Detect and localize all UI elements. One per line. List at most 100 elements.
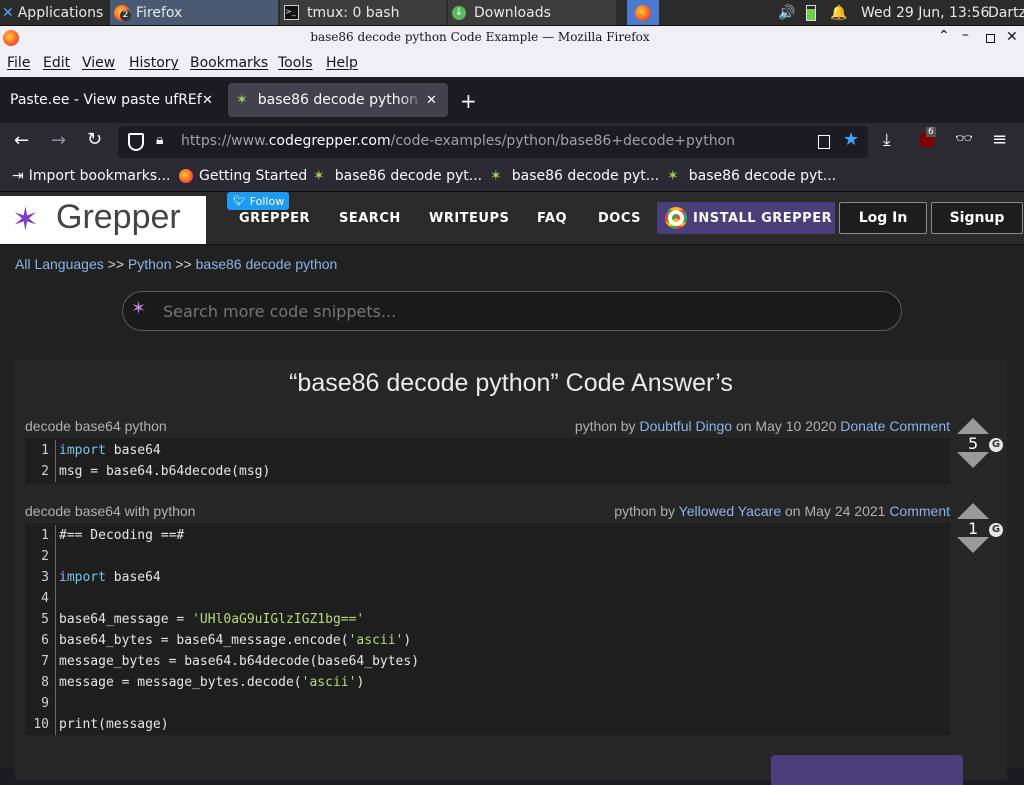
author-link[interactable]: Doubtful Dingo bbox=[639, 418, 732, 434]
url-text[interactable]: https://www.codegrepper.com/code-example… bbox=[181, 133, 735, 149]
gutter-divider bbox=[55, 588, 56, 609]
close-tab-icon[interactable]: ✕ bbox=[426, 93, 437, 108]
line-number: 1 bbox=[41, 443, 49, 458]
tab-bar: Paste.ee - View paste ufREf ✕ ✶ base86 d… bbox=[0, 77, 1024, 123]
author-link[interactable]: Yellowed Yacare bbox=[679, 503, 781, 519]
gutter-divider bbox=[55, 525, 56, 546]
answer-meta: python by Doubtful Dingo on May 10 2020 … bbox=[574, 418, 950, 434]
upvote-icon[interactable] bbox=[957, 418, 989, 434]
menu-edit[interactable]: Edit bbox=[43, 55, 70, 71]
line-number: 2 bbox=[41, 549, 49, 564]
code-block[interactable]: 1 import base64 2 msg = base64.b64decode(ms… bbox=[25, 438, 950, 484]
bookmark-base86-2[interactable]: ✶ base86 decode pyt... bbox=[490, 161, 659, 191]
lock-icon[interactable]: 🔒︎ bbox=[156, 132, 163, 148]
close-icon[interactable]: ✕ bbox=[1006, 29, 1018, 45]
menu-bookmarks[interactable]: Bookmarks bbox=[190, 55, 268, 71]
code-token: ) bbox=[403, 633, 412, 648]
battery-icon[interactable] bbox=[806, 0, 816, 25]
bookmark-base86-1[interactable]: ✶ base86 decode pyt... bbox=[313, 161, 482, 191]
menu-view[interactable]: View bbox=[82, 55, 115, 71]
volume-icon[interactable]: 🔊 bbox=[778, 0, 795, 25]
add-answer-button[interactable] bbox=[771, 755, 963, 785]
gutter-divider bbox=[55, 630, 56, 651]
grepper-logo[interactable]: ✶ Grepper bbox=[0, 196, 206, 244]
donate-link[interactable]: Donate bbox=[840, 418, 885, 434]
code-token: message_bytes = base64.b64decode(base64_… bbox=[59, 654, 420, 669]
code-text: import base64 bbox=[59, 440, 161, 461]
code-line: 10 print(message) bbox=[25, 714, 950, 735]
notification-bell-icon[interactable]: 🔔 bbox=[830, 0, 847, 25]
nav-grepper[interactable]: GREPPER bbox=[239, 211, 310, 226]
code-line: 6 base64_bytes = base64_message.encode('a… bbox=[25, 630, 950, 651]
breadcrumb-python[interactable]: Python bbox=[128, 256, 172, 272]
menu-tools[interactable]: Tools bbox=[278, 55, 313, 71]
code-line: 3 import base64 bbox=[25, 567, 950, 588]
menu-file[interactable]: File bbox=[7, 55, 30, 71]
downloads-icon[interactable]: ⤓ bbox=[883, 130, 891, 150]
breadcrumb-current[interactable]: base86 decode python bbox=[196, 256, 338, 272]
clock[interactable]: Wed 29 Jun, 13:56 bbox=[861, 0, 989, 25]
answer-meta: python by Yellowed Yacare on May 24 2021… bbox=[614, 503, 950, 519]
taskbar-firefox-window[interactable]: 2 Firefox bbox=[110, 0, 278, 25]
code-block[interactable]: 1 #== Decoding ==# 2 3 import base64 4 5 base64… bbox=[25, 523, 950, 735]
downloads-window-label: Downloads bbox=[474, 4, 551, 21]
downvote-icon[interactable] bbox=[957, 537, 989, 553]
menu-bar: File Edit View History Bookmarks Tools H… bbox=[0, 50, 1024, 77]
gutter-divider bbox=[55, 609, 56, 630]
login-button[interactable]: Log In bbox=[839, 202, 927, 234]
line-number: 3 bbox=[41, 570, 49, 585]
tab-paste-ee[interactable]: Paste.ee - View paste ufREf ✕ bbox=[4, 83, 222, 117]
tab-base86-decode[interactable]: ✶ base86 decode python C ✕ bbox=[228, 83, 448, 117]
nav-search[interactable]: SEARCH bbox=[339, 211, 401, 226]
bookmark-star-icon[interactable]: ★ bbox=[843, 129, 859, 150]
back-icon[interactable]: ← bbox=[14, 130, 29, 151]
import-icon: ⇥ bbox=[12, 168, 24, 184]
code-line: 2 bbox=[25, 546, 950, 567]
reload-icon[interactable]: ↻ bbox=[87, 129, 102, 150]
search-input[interactable] bbox=[161, 298, 885, 324]
nav-faq[interactable]: FAQ bbox=[537, 211, 567, 226]
hamburger-menu-icon[interactable]: ≡ bbox=[992, 129, 1007, 150]
comment-link[interactable]: Comment bbox=[889, 503, 950, 519]
code-text: print(message) bbox=[59, 714, 169, 735]
code-text: message = message_bytes.decode('ascii') bbox=[59, 672, 364, 693]
breadcrumb-all-languages[interactable]: All Languages bbox=[15, 256, 104, 272]
code-line: 5 base64_message = 'UHl0aG9uIGlzIGZ1bg==' bbox=[25, 609, 950, 630]
bookmark-import[interactable]: ⇥ Import bookmarks... bbox=[12, 161, 171, 191]
code-text: msg = base64.b64decode(msg) bbox=[59, 461, 270, 482]
downvote-icon[interactable] bbox=[957, 452, 989, 468]
gutter-divider bbox=[55, 440, 56, 461]
new-tab-icon[interactable]: + bbox=[460, 89, 477, 113]
collapse-icon[interactable]: ⌃ bbox=[938, 28, 950, 44]
close-tab-icon[interactable]: ✕ bbox=[202, 93, 213, 108]
maximize-icon[interactable] bbox=[986, 34, 995, 43]
line-number: 7 bbox=[41, 654, 49, 669]
nav-docs[interactable]: DOCS bbox=[598, 211, 641, 226]
taskbar-firefox-launcher[interactable] bbox=[627, 0, 659, 25]
comment-link[interactable]: Comment bbox=[889, 418, 950, 434]
signup-button[interactable]: Signup bbox=[931, 202, 1023, 234]
privacy-extension-icon[interactable]: 👓︎ bbox=[955, 131, 973, 147]
reader-view-icon[interactable] bbox=[818, 135, 830, 149]
snippet-search-box[interactable]: ✶ bbox=[122, 291, 902, 331]
vote-count: 5 bbox=[968, 434, 979, 453]
code-line: 7 message_bytes = base64.b64decode(base64… bbox=[25, 651, 950, 672]
forward-icon[interactable]: → bbox=[51, 130, 66, 151]
applications-menu[interactable]: ✕ Applications bbox=[2, 0, 110, 25]
taskbar-tmux-window[interactable]: >_ tmux: 0 bash bbox=[280, 0, 446, 25]
upvote-icon[interactable] bbox=[957, 503, 989, 519]
menu-help[interactable]: Help bbox=[326, 55, 358, 71]
minimize-icon[interactable]: – bbox=[962, 27, 969, 43]
gutter-divider bbox=[55, 651, 56, 672]
url-bar[interactable]: 🔒︎ https://www.codegrepper.com/code-exam… bbox=[118, 126, 868, 158]
taskbar-downloads-window[interactable]: ↓ Downloads bbox=[448, 0, 616, 25]
nav-writeups[interactable]: WRITEUPS bbox=[429, 211, 509, 226]
bookmark-getting-started[interactable]: Getting Started bbox=[179, 161, 307, 191]
menu-history[interactable]: History bbox=[129, 55, 179, 71]
code-line: 4 bbox=[25, 588, 950, 609]
twitter-follow-button[interactable]: 🐦︎ Follow bbox=[227, 192, 289, 210]
bookmark-base86-3[interactable]: ✶ base86 decode pyt... bbox=[667, 161, 836, 191]
shield-icon[interactable] bbox=[128, 133, 144, 151]
user-menu[interactable]: Dartz bbox=[988, 0, 1024, 25]
install-grepper-button[interactable]: INSTALL GREPPER bbox=[657, 202, 835, 234]
